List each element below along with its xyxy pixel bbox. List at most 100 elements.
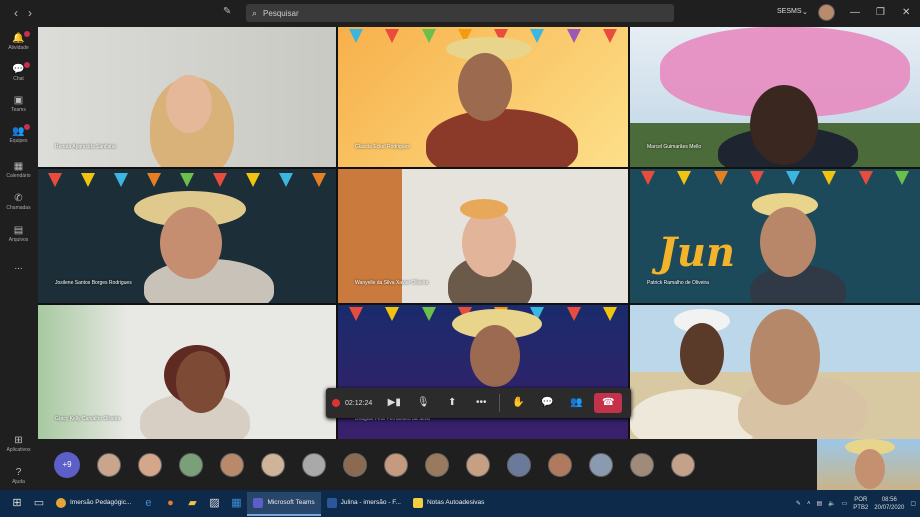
avatar[interactable] xyxy=(138,452,162,477)
rail-item-equipes[interactable]: 👥 Equipes xyxy=(0,124,37,144)
sticky-notes-icon xyxy=(412,497,423,508)
onenote-icon[interactable]: ▨ xyxy=(203,490,225,517)
word-icon xyxy=(326,497,337,508)
avatar[interactable] xyxy=(425,452,449,477)
avatar[interactable] xyxy=(179,452,203,477)
video-icon[interactable]: ▶▮ xyxy=(383,392,405,414)
rail-item-atividade[interactable]: 🔔 Atividade xyxy=(0,31,37,51)
participant-name: Gracy Kelly Carvalho Oliveira xyxy=(55,416,121,422)
participant-video xyxy=(426,109,578,167)
taskbar-app-sticky-notes[interactable]: Notas Autoadesivas xyxy=(407,492,490,516)
share-screen-icon[interactable]: ⬆ xyxy=(441,392,463,414)
windows-taskbar: ⊞ ▭ Imersão Pedagógic... e ● ▰ ▨ ▦ Micro… xyxy=(0,490,920,517)
avatar[interactable] xyxy=(97,452,121,477)
network-icon[interactable]: ▤ xyxy=(816,500,822,507)
search-input[interactable]: ⌕ Pesquisar xyxy=(246,4,674,22)
rail-item-calendario[interactable]: ▦ Calendário xyxy=(0,161,37,179)
avatar[interactable] xyxy=(671,452,695,477)
rail-label: Arquivos xyxy=(8,237,29,243)
video-tile[interactable]: Douglas Felix Fernandes da Silva xyxy=(338,305,628,439)
video-tile[interactable]: Josilene Santos Borges Rodrigues xyxy=(38,169,336,303)
taskbar-app-label: Julina - imersão - F... xyxy=(340,499,401,506)
rail-item-more[interactable]: ... xyxy=(0,261,37,273)
avatar[interactable] xyxy=(384,452,408,477)
rail-item-chamadas[interactable]: ✆ Chamadas xyxy=(0,193,37,211)
avatar[interactable] xyxy=(466,452,490,477)
self-view-video[interactable] xyxy=(817,439,920,490)
avatar[interactable] xyxy=(302,452,326,477)
rail-label: Ajuda xyxy=(12,479,25,485)
close-icon[interactable]: ✕ xyxy=(902,7,910,18)
taskbar-app-label: Imersão Pedagógic... xyxy=(70,499,132,506)
task-view-icon[interactable]: ▭ xyxy=(28,490,50,517)
video-tile[interactable] xyxy=(630,305,920,439)
search-icon: ⌕ xyxy=(252,7,258,18)
edge-icon[interactable]: e xyxy=(137,490,159,517)
restore-icon[interactable]: ❐ xyxy=(876,7,885,18)
participant-name: Glaucia Eckel Rodrigues xyxy=(355,144,410,150)
chevron-right-icon[interactable]: › xyxy=(22,5,38,21)
mic-off-icon[interactable]: 🎙 xyxy=(412,392,434,414)
avatar[interactable] xyxy=(818,4,835,21)
battery-icon[interactable]: ▭ xyxy=(842,500,848,507)
video-tile[interactable]: Glaucia Eckel Rodrigues xyxy=(338,27,628,167)
notification-icon[interactable]: ▢ xyxy=(910,500,916,507)
participant-name: Patrick Ramalho de Oliveira xyxy=(647,280,709,286)
avatar[interactable] xyxy=(507,452,531,477)
chat-icon[interactable]: 💬 xyxy=(536,392,558,414)
pen-icon[interactable]: ✎ xyxy=(796,500,801,507)
record-icon xyxy=(332,399,340,407)
minimize-icon[interactable]: — xyxy=(850,7,860,18)
record-timer: 02:12:24 xyxy=(345,399,373,407)
language-indicator[interactable]: POR PTB2 xyxy=(853,496,868,512)
raise-hand-icon[interactable]: ✋ xyxy=(507,392,529,414)
recording-indicator: 02:12:24 xyxy=(332,399,372,407)
chevron-down-icon[interactable]: ⌄ xyxy=(802,8,808,16)
avatar[interactable] xyxy=(548,452,572,477)
participants-icon[interactable]: 👥 xyxy=(565,392,587,414)
volume-icon[interactable]: 🔈 xyxy=(828,500,835,507)
taskbar-app-word[interactable]: Julina - imersão - F... xyxy=(321,492,407,516)
video-tile[interactable]: Jun Patrick Ramalho de Oliveira xyxy=(630,169,920,303)
festa-junina-artwork: Jun xyxy=(658,229,736,276)
taskbar-app-teams[interactable]: Microsoft Teams xyxy=(247,491,321,516)
clock-date: 20/07/2020 xyxy=(874,504,905,511)
rail-item-aplicativos[interactable]: ⊞ Aplicativos xyxy=(0,435,37,453)
chrome-icon xyxy=(56,497,66,508)
video-tile[interactable]: Renata Aparecida Sant'ana xyxy=(38,27,336,167)
avatar[interactable] xyxy=(589,452,613,477)
keyboard-layout: PTB2 xyxy=(853,504,869,511)
firefox-icon[interactable]: ● xyxy=(159,490,181,517)
avatar[interactable] xyxy=(343,452,367,477)
video-tile[interactable]: Gracy Kelly Carvalho Oliveira xyxy=(38,305,336,439)
rail-item-arquivos[interactable]: ▤ Arquivos xyxy=(0,225,37,243)
windows-start-icon[interactable]: ⊞ xyxy=(6,490,28,517)
video-tile[interactable]: Marcel Guimarães Mello xyxy=(630,27,920,167)
compose-icon[interactable]: ✎ xyxy=(223,6,231,17)
video-tile[interactable]: Wanyelle da Silva Xavier Oliveira xyxy=(338,169,628,303)
calculator-icon[interactable]: ▦ xyxy=(225,490,247,517)
avatar[interactable] xyxy=(220,452,244,477)
taskbar-app-label: Microsoft Teams xyxy=(267,499,315,506)
avatar[interactable] xyxy=(630,452,654,477)
taskbar-app-chrome[interactable]: Imersão Pedagógic... xyxy=(50,492,137,516)
more-participants-button[interactable]: +9 xyxy=(54,451,80,478)
chevron-up-icon[interactable]: ˄ xyxy=(807,501,811,507)
taskbar-app-label: Notas Autoadesivas xyxy=(426,499,485,506)
clock[interactable]: 08:56 20/07/2020 xyxy=(874,496,904,512)
apps-icon: ⊞ xyxy=(14,435,23,446)
folder-icon[interactable]: ▰ xyxy=(181,490,203,517)
participant-face xyxy=(470,325,520,387)
rail-item-ajuda[interactable]: ? Ajuda xyxy=(0,467,37,485)
hang-up-icon[interactable]: ☎ xyxy=(594,393,623,413)
rail-item-chat[interactable]: 💬 Chat xyxy=(0,62,37,82)
rail-item-teams[interactable]: ▣ Teams xyxy=(0,95,37,113)
rail-label: Chat xyxy=(13,76,24,82)
system-tray: ✎ ˄ ▤ 🔈 ▭ POR PTB2 08:56 20/07/2020 ▢ xyxy=(796,490,916,517)
more-icon[interactable]: ••• xyxy=(470,392,492,414)
app-rail: 🔔 Atividade 💬 Chat ▣ Teams 👥 Equipes ▦ C… xyxy=(0,27,37,490)
org-label[interactable]: SESMS xyxy=(777,8,802,15)
more-icon: ... xyxy=(14,261,23,272)
rail-label: Teams xyxy=(11,107,26,113)
avatar[interactable] xyxy=(261,452,285,477)
